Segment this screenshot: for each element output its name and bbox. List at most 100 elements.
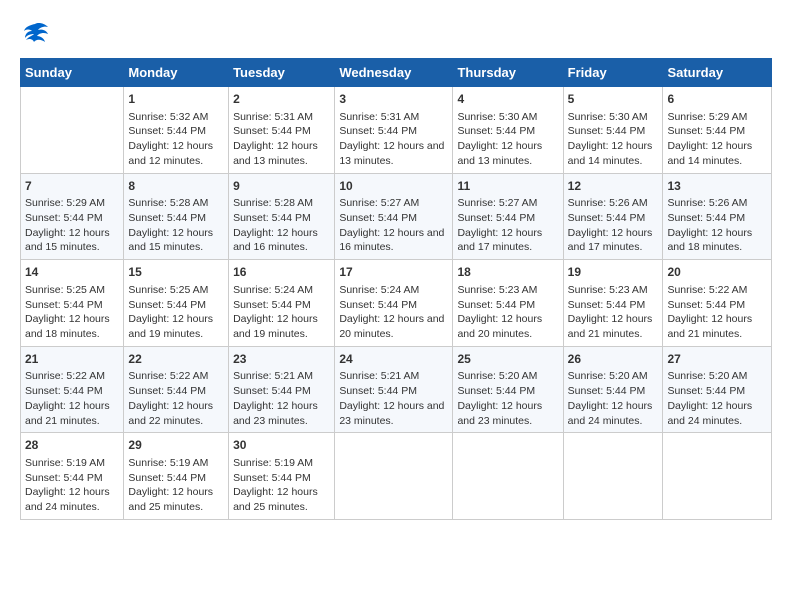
sunrise-text: Sunrise: 5:31 AM	[339, 110, 448, 125]
sunrise-text: Sunrise: 5:27 AM	[457, 196, 558, 211]
column-header-monday: Monday	[124, 59, 229, 87]
daylight-text: Daylight: 12 hours and 19 minutes.	[233, 312, 330, 341]
calendar-cell	[663, 433, 772, 520]
column-header-sunday: Sunday	[21, 59, 124, 87]
sunset-text: Sunset: 5:44 PM	[233, 211, 330, 226]
daylight-text: Daylight: 12 hours and 17 minutes.	[568, 226, 659, 255]
daylight-text: Daylight: 12 hours and 17 minutes.	[457, 226, 558, 255]
calendar-cell: 7Sunrise: 5:29 AMSunset: 5:44 PMDaylight…	[21, 173, 124, 260]
sunrise-text: Sunrise: 5:24 AM	[233, 283, 330, 298]
sunset-text: Sunset: 5:44 PM	[128, 211, 224, 226]
daylight-text: Daylight: 12 hours and 18 minutes.	[25, 312, 119, 341]
sunset-text: Sunset: 5:44 PM	[339, 298, 448, 313]
sunset-text: Sunset: 5:44 PM	[339, 211, 448, 226]
sunset-text: Sunset: 5:44 PM	[233, 298, 330, 313]
sunset-text: Sunset: 5:44 PM	[25, 298, 119, 313]
sunset-text: Sunset: 5:44 PM	[233, 124, 330, 139]
sunrise-text: Sunrise: 5:23 AM	[457, 283, 558, 298]
daylight-text: Daylight: 12 hours and 16 minutes.	[339, 226, 448, 255]
sunset-text: Sunset: 5:44 PM	[128, 124, 224, 139]
day-number: 19	[568, 264, 659, 281]
calendar-cell	[563, 433, 663, 520]
daylight-text: Daylight: 12 hours and 23 minutes.	[339, 399, 448, 428]
sunset-text: Sunset: 5:44 PM	[339, 384, 448, 399]
calendar-cell: 21Sunrise: 5:22 AMSunset: 5:44 PMDayligh…	[21, 346, 124, 433]
sunrise-text: Sunrise: 5:26 AM	[667, 196, 767, 211]
day-number: 10	[339, 178, 448, 195]
daylight-text: Daylight: 12 hours and 18 minutes.	[667, 226, 767, 255]
sunrise-text: Sunrise: 5:27 AM	[339, 196, 448, 211]
calendar-cell: 8Sunrise: 5:28 AMSunset: 5:44 PMDaylight…	[124, 173, 229, 260]
calendar-cell: 6Sunrise: 5:29 AMSunset: 5:44 PMDaylight…	[663, 87, 772, 174]
calendar-week-row: 14Sunrise: 5:25 AMSunset: 5:44 PMDayligh…	[21, 260, 772, 347]
day-number: 22	[128, 351, 224, 368]
day-number: 24	[339, 351, 448, 368]
calendar-cell: 22Sunrise: 5:22 AMSunset: 5:44 PMDayligh…	[124, 346, 229, 433]
daylight-text: Daylight: 12 hours and 13 minutes.	[339, 139, 448, 168]
calendar-week-row: 21Sunrise: 5:22 AMSunset: 5:44 PMDayligh…	[21, 346, 772, 433]
calendar-cell: 4Sunrise: 5:30 AMSunset: 5:44 PMDaylight…	[453, 87, 563, 174]
calendar-cell: 18Sunrise: 5:23 AMSunset: 5:44 PMDayligh…	[453, 260, 563, 347]
sunset-text: Sunset: 5:44 PM	[233, 384, 330, 399]
day-number: 6	[667, 91, 767, 108]
sunset-text: Sunset: 5:44 PM	[568, 124, 659, 139]
sunrise-text: Sunrise: 5:31 AM	[233, 110, 330, 125]
calendar-cell: 28Sunrise: 5:19 AMSunset: 5:44 PMDayligh…	[21, 433, 124, 520]
day-number: 17	[339, 264, 448, 281]
column-header-saturday: Saturday	[663, 59, 772, 87]
logo-icon	[20, 20, 50, 48]
calendar-cell: 2 Sunrise: 5:31 AMSunset: 5:44 PMDaylight…	[229, 87, 335, 174]
day-number: 25	[457, 351, 558, 368]
calendar-cell	[21, 87, 124, 174]
day-number: 2	[233, 91, 330, 108]
sunrise-text: Sunrise: 5:30 AM	[457, 110, 558, 125]
sunset-text: Sunset: 5:44 PM	[25, 471, 119, 486]
calendar-cell: 3Sunrise: 5:31 AMSunset: 5:44 PMDaylight…	[335, 87, 453, 174]
day-number: 13	[667, 178, 767, 195]
sunrise-text: Sunrise: 5:20 AM	[568, 369, 659, 384]
daylight-text: Daylight: 12 hours and 21 minutes.	[568, 312, 659, 341]
day-number: 27	[667, 351, 767, 368]
logo	[20, 20, 54, 48]
calendar-cell	[335, 433, 453, 520]
calendar-cell: 9Sunrise: 5:28 AMSunset: 5:44 PMDaylight…	[229, 173, 335, 260]
sunset-text: Sunset: 5:44 PM	[667, 384, 767, 399]
calendar-cell: 12Sunrise: 5:26 AMSunset: 5:44 PMDayligh…	[563, 173, 663, 260]
daylight-text: Daylight: 12 hours and 13 minutes.	[233, 139, 330, 168]
daylight-text: Daylight: 12 hours and 24 minutes.	[25, 485, 119, 514]
daylight-text: Daylight: 12 hours and 23 minutes.	[233, 399, 330, 428]
sunrise-text: Sunrise: 5:32 AM	[128, 110, 224, 125]
sunrise-text: Sunrise: 5:19 AM	[128, 456, 224, 471]
daylight-text: Daylight: 12 hours and 25 minutes.	[128, 485, 224, 514]
sunset-text: Sunset: 5:44 PM	[25, 384, 119, 399]
calendar-header-row: SundayMondayTuesdayWednesdayThursdayFrid…	[21, 59, 772, 87]
sunset-text: Sunset: 5:44 PM	[128, 298, 224, 313]
sunrise-text: Sunrise: 5:20 AM	[667, 369, 767, 384]
calendar-cell: 23Sunrise: 5:21 AMSunset: 5:44 PMDayligh…	[229, 346, 335, 433]
column-header-thursday: Thursday	[453, 59, 563, 87]
sunset-text: Sunset: 5:44 PM	[339, 124, 448, 139]
calendar-cell: 19Sunrise: 5:23 AMSunset: 5:44 PMDayligh…	[563, 260, 663, 347]
sunrise-text: Sunrise: 5:30 AM	[568, 110, 659, 125]
calendar-cell: 30Sunrise: 5:19 AMSunset: 5:44 PMDayligh…	[229, 433, 335, 520]
daylight-text: Daylight: 12 hours and 16 minutes.	[233, 226, 330, 255]
daylight-text: Daylight: 12 hours and 20 minutes.	[339, 312, 448, 341]
daylight-text: Daylight: 12 hours and 22 minutes.	[128, 399, 224, 428]
calendar-cell: 17Sunrise: 5:24 AMSunset: 5:44 PMDayligh…	[335, 260, 453, 347]
page-header	[20, 20, 772, 48]
sunrise-text: Sunrise: 5:21 AM	[339, 369, 448, 384]
calendar-cell: 16Sunrise: 5:24 AMSunset: 5:44 PMDayligh…	[229, 260, 335, 347]
column-header-friday: Friday	[563, 59, 663, 87]
sunrise-text: Sunrise: 5:25 AM	[128, 283, 224, 298]
sunrise-text: Sunrise: 5:28 AM	[128, 196, 224, 211]
day-number: 29	[128, 437, 224, 454]
day-number: 26	[568, 351, 659, 368]
calendar-cell: 24Sunrise: 5:21 AMSunset: 5:44 PMDayligh…	[335, 346, 453, 433]
sunset-text: Sunset: 5:44 PM	[128, 471, 224, 486]
sunset-text: Sunset: 5:44 PM	[568, 384, 659, 399]
day-number: 20	[667, 264, 767, 281]
sunset-text: Sunset: 5:44 PM	[667, 298, 767, 313]
sunrise-text: Sunrise: 5:26 AM	[568, 196, 659, 211]
day-number: 14	[25, 264, 119, 281]
calendar-cell: 5Sunrise: 5:30 AMSunset: 5:44 PMDaylight…	[563, 87, 663, 174]
